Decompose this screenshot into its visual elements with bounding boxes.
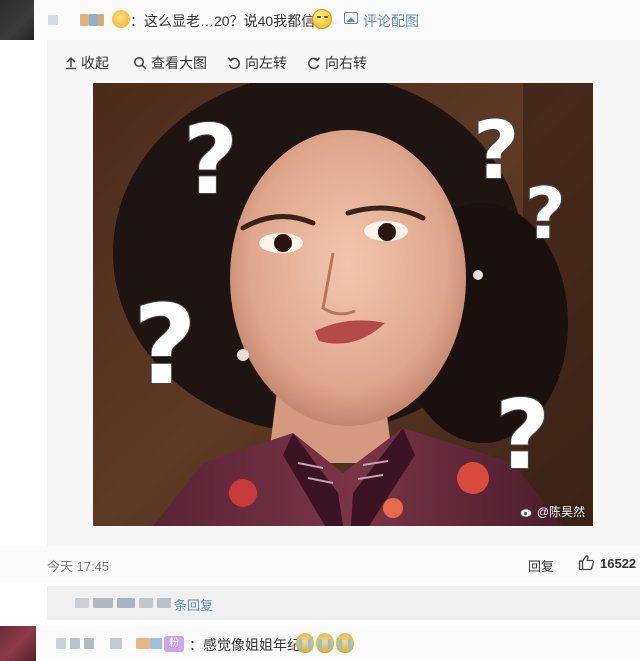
blurred-username [70, 638, 80, 649]
comment-text: 这么显老…20？说40我都信 [144, 13, 316, 29]
more-replies-link[interactable]: 条回复 [174, 595, 213, 614]
comment-meta: 今天 17:45 回复 16522 [0, 546, 640, 582]
blurred-username [136, 638, 150, 649]
svg-text:?: ? [495, 381, 550, 491]
avatar[interactable] [0, 0, 34, 40]
replies-bar[interactable]: 条回复 [47, 586, 640, 620]
image-watermark: @陈昊然 [519, 503, 585, 520]
comment-colon: ： [130, 13, 144, 29]
blurred-username [150, 638, 162, 649]
thumbs-up-icon[interactable] [578, 554, 595, 571]
svg-text:?: ? [133, 281, 197, 409]
crying-emoji-icon [336, 633, 354, 653]
svg-text:?: ? [473, 104, 519, 197]
blurred-username [98, 14, 104, 26]
arrow-up-icon [66, 56, 76, 70]
crying-emoji-icon [296, 633, 314, 653]
watermark-text: @陈昊然 [536, 505, 585, 519]
comment-time: 今天 17:45 [47, 559, 110, 574]
weibo-logo-icon [519, 508, 532, 517]
blurred-reply-count [117, 598, 135, 608]
view-large-label: 查看大图 [151, 55, 207, 71]
avatar[interactable] [0, 626, 36, 661]
rotate-left-label: 向左转 [245, 55, 287, 71]
svg-text:?: ? [525, 173, 566, 255]
blurred-reply-count [139, 598, 153, 608]
blurred-username [110, 638, 122, 649]
woman-with-question-marks-image: ? ? ? ? ? [93, 83, 593, 526]
view-comment-picture-link[interactable]: 评论配图 [363, 11, 419, 31]
blurred-username [80, 14, 89, 26]
image-toolbar: 收起 查看大图 向左转 向右转 [47, 40, 640, 84]
blurred-reply-count [75, 598, 89, 608]
rotate-right-button[interactable]: 向右转 [307, 54, 367, 72]
collapse-button[interactable]: 收起 [65, 54, 109, 72]
blurred-username [56, 638, 66, 649]
rotate-right-icon [308, 57, 321, 70]
reply-button[interactable]: 回复 [528, 556, 554, 575]
view-large-button[interactable]: 查看大图 [133, 54, 207, 72]
hand-emoji-icon [112, 10, 130, 28]
image-viewer-card: 收起 查看大图 向左转 向右转 ? ? ? ? ? @陈昊然 [47, 40, 640, 546]
rotate-left-button[interactable]: 向左转 [227, 54, 287, 72]
blurred-username [89, 14, 98, 26]
fan-badge: 粉 [164, 636, 184, 652]
blurred-username [84, 638, 94, 649]
rotate-left-icon [227, 57, 240, 70]
crying-emoji-icon [316, 633, 334, 653]
comment-image[interactable]: ? ? ? ? ? @陈昊然 [93, 83, 593, 526]
like-count: 16522 [600, 556, 637, 571]
search-icon [133, 56, 147, 70]
blurred-username [48, 15, 58, 25]
picture-icon[interactable] [344, 12, 358, 24]
collapse-label: 收起 [81, 55, 109, 71]
comment-2: 粉 ：感觉像姐姐年纪 [0, 626, 640, 661]
svg-text:?: ? [183, 106, 238, 216]
comment-2-text: ：感觉像姐姐年纪 [189, 637, 301, 653]
blurred-reply-count [157, 598, 171, 608]
rotate-right-label: 向右转 [325, 55, 367, 71]
grin-face-emoji-icon [312, 9, 332, 29]
comment-header: ： 这么显老…20？说40我都信 评论配图 [0, 0, 640, 40]
blurred-reply-count [93, 598, 113, 608]
